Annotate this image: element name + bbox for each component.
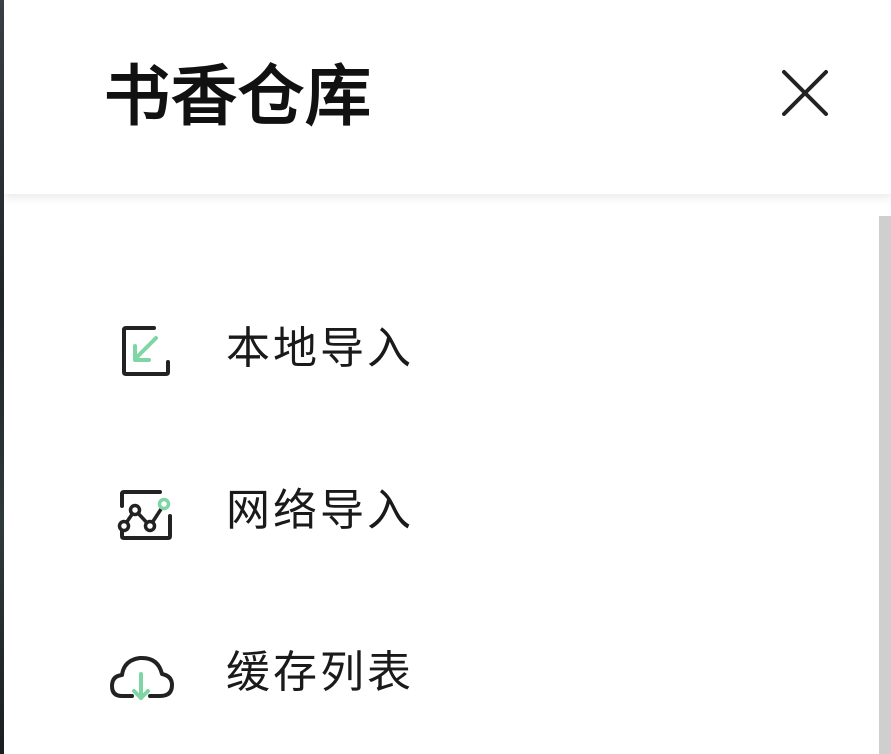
network-import-icon [117,490,172,540]
scrollbar[interactable] [879,216,891,754]
menu-item-cache-list[interactable]: 缓存列表 [4,610,874,730]
drawer-header: 书香仓库 [4,0,891,194]
menu-item-label: 本地导入 [226,323,414,374]
menu-item-label: 网络导入 [226,485,414,536]
menu-item-network-import[interactable]: 网络导入 [4,448,874,568]
menu-item-label: 缓存列表 [226,647,414,698]
local-import-icon [122,326,170,376]
close-icon [782,70,828,116]
close-button[interactable] [772,64,834,126]
cloud-download-icon [110,655,174,700]
side-drawer: 书香仓库 本地导入 网络导入 缓存列表 [4,0,891,754]
menu-item-local-import[interactable]: 本地导入 [4,286,874,406]
drawer-title: 书香仓库 [104,57,372,135]
